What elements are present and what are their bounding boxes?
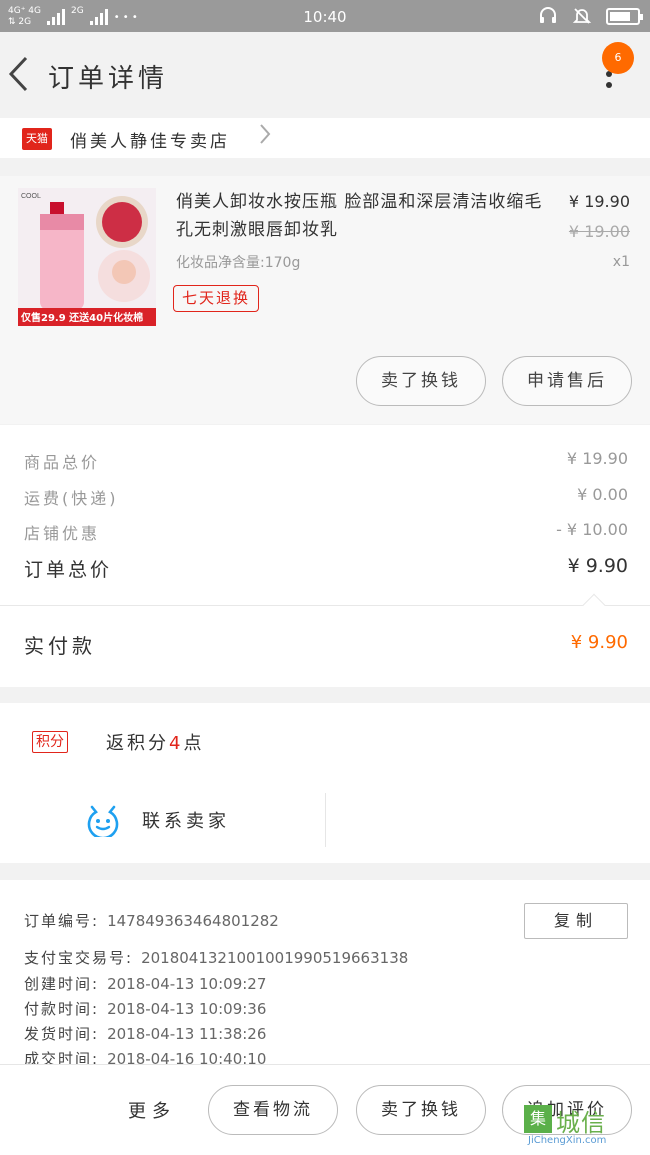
product-original-price: ¥ 19.00 bbox=[568, 222, 630, 241]
copy-button[interactable]: 复制 bbox=[524, 903, 628, 939]
shipping-value: ¥ 0.00 bbox=[577, 485, 628, 504]
price-summary: 商品总价 ¥ 19.90 运费(快递) ¥ 0.00 店铺优惠 - ¥ 10.0… bbox=[0, 425, 650, 605]
alipay-trade-number: 2018041321001001990519663138 bbox=[141, 949, 409, 967]
sell-for-cash-bottom-button[interactable]: 卖了换钱 bbox=[356, 1085, 486, 1135]
amount-paid-value: ¥ 9.90 bbox=[570, 632, 628, 653]
header: 订单详情 6 bbox=[0, 32, 650, 118]
sell-for-cash-button[interactable]: 卖了换钱 bbox=[356, 356, 486, 406]
chevron-left-icon bbox=[8, 56, 28, 92]
back-button[interactable] bbox=[6, 54, 36, 94]
chevron-right-icon bbox=[258, 122, 272, 152]
shop-name: 俏美人静佳专卖店 bbox=[70, 132, 230, 152]
battery-icon bbox=[606, 7, 643, 25]
amount-paid-label: 实付款 bbox=[24, 634, 96, 658]
amount-paid-row: 实付款 ¥ 9.90 bbox=[0, 593, 650, 687]
more-button[interactable]: 更多 bbox=[128, 1097, 176, 1123]
product-quantity: x1 bbox=[612, 254, 630, 270]
tmall-logo-icon: 天猫 bbox=[22, 128, 52, 150]
bottom-action-bar: 更多 查看物流 卖了换钱 追加评价 集 城信 JiChengXin.com bbox=[0, 1064, 650, 1155]
seven-day-return-tag: 七天退换 bbox=[173, 285, 260, 312]
view-logistics-button[interactable]: 查看物流 bbox=[208, 1085, 338, 1135]
shipped-time-row: 发货时间: 2018-04-13 11:38:26 bbox=[24, 1025, 267, 1043]
order-number-row: 订单编号: 147849363464801282 bbox=[24, 912, 279, 930]
watermark-url: JiChengXin.com bbox=[528, 1135, 607, 1146]
status-bar: 4G⁺ 4G ⇅ 2G 2G • • • 10:40 bbox=[0, 0, 650, 32]
message-badge[interactable]: 6 bbox=[602, 42, 634, 74]
order-total-label: 订单总价 bbox=[24, 559, 113, 581]
mute-bell-icon bbox=[572, 8, 592, 24]
points-section: 积分 返积分4点 联系卖家 bbox=[0, 703, 650, 863]
headset-icon bbox=[540, 7, 556, 23]
contact-seller-button[interactable]: 联系卖家 bbox=[0, 793, 326, 847]
product-image[interactable]: COOL 仅售29.9 还送40片化妆棉 bbox=[18, 188, 156, 326]
status-icons bbox=[538, 6, 643, 26]
discount-row: 店铺优惠 - ¥ 10.00 bbox=[24, 520, 628, 550]
product-card[interactable]: COOL 仅售29.9 还送40片化妆棉 俏美人卸妆水按压瓶 脸部温和深层清洁收… bbox=[0, 176, 650, 424]
paid-time-row: 付款时间: 2018-04-13 10:09:36 bbox=[24, 1000, 267, 1018]
product-brand-text: COOL bbox=[21, 193, 41, 200]
watermark: 集 城信 JiChengXin.com bbox=[524, 1099, 646, 1149]
discount-value: - ¥ 10.00 bbox=[556, 520, 628, 539]
subtotal-value: ¥ 19.90 bbox=[566, 449, 628, 468]
product-price: ¥ 19.90 bbox=[568, 192, 630, 211]
chat-smiley-icon bbox=[87, 805, 119, 837]
watermark-text: 城信 bbox=[556, 1109, 606, 1137]
points-badge: 积分 bbox=[32, 731, 68, 753]
product-promo-text: 仅售29.9 还送40片化妆棉 bbox=[20, 311, 143, 324]
subtotal-label: 商品总价 bbox=[24, 453, 101, 472]
points-number: 4 bbox=[169, 733, 184, 754]
watermark-box: 集 bbox=[524, 1105, 552, 1133]
created-time-row: 创建时间: 2018-04-13 10:09:27 bbox=[24, 975, 267, 993]
shipping-label: 运费(快递) bbox=[24, 489, 119, 508]
order-number: 147849363464801282 bbox=[107, 912, 279, 930]
order-total-row: 订单总价 ¥ 9.90 bbox=[24, 555, 628, 585]
product-spec: 化妆品净含量:170g bbox=[176, 255, 301, 271]
discount-label: 店铺优惠 bbox=[24, 524, 101, 543]
page-title: 订单详情 bbox=[48, 64, 169, 94]
order-total-value: ¥ 9.90 bbox=[567, 555, 628, 577]
subtotal-row: 商品总价 ¥ 19.90 bbox=[24, 449, 628, 479]
order-info: 订单编号: 147849363464801282 复制 支付宝交易号: 201804… bbox=[0, 880, 650, 1070]
after-sales-button[interactable]: 申请售后 bbox=[502, 356, 632, 406]
contact-seller-label: 联系卖家 bbox=[142, 811, 230, 832]
alipay-trade-row: 支付宝交易号: 2018041321001001990519663138 bbox=[24, 949, 409, 967]
product-title[interactable]: 俏美人卸妆水按压瓶 脸部温和深层清洁收缩毛孔无刺激眼唇卸妆乳 bbox=[176, 188, 556, 244]
shop-row[interactable]: 天猫 俏美人静佳专卖店 bbox=[0, 118, 650, 158]
points-text: 返积分4点 bbox=[106, 733, 205, 754]
shipping-row: 运费(快递) ¥ 0.00 bbox=[24, 485, 628, 515]
